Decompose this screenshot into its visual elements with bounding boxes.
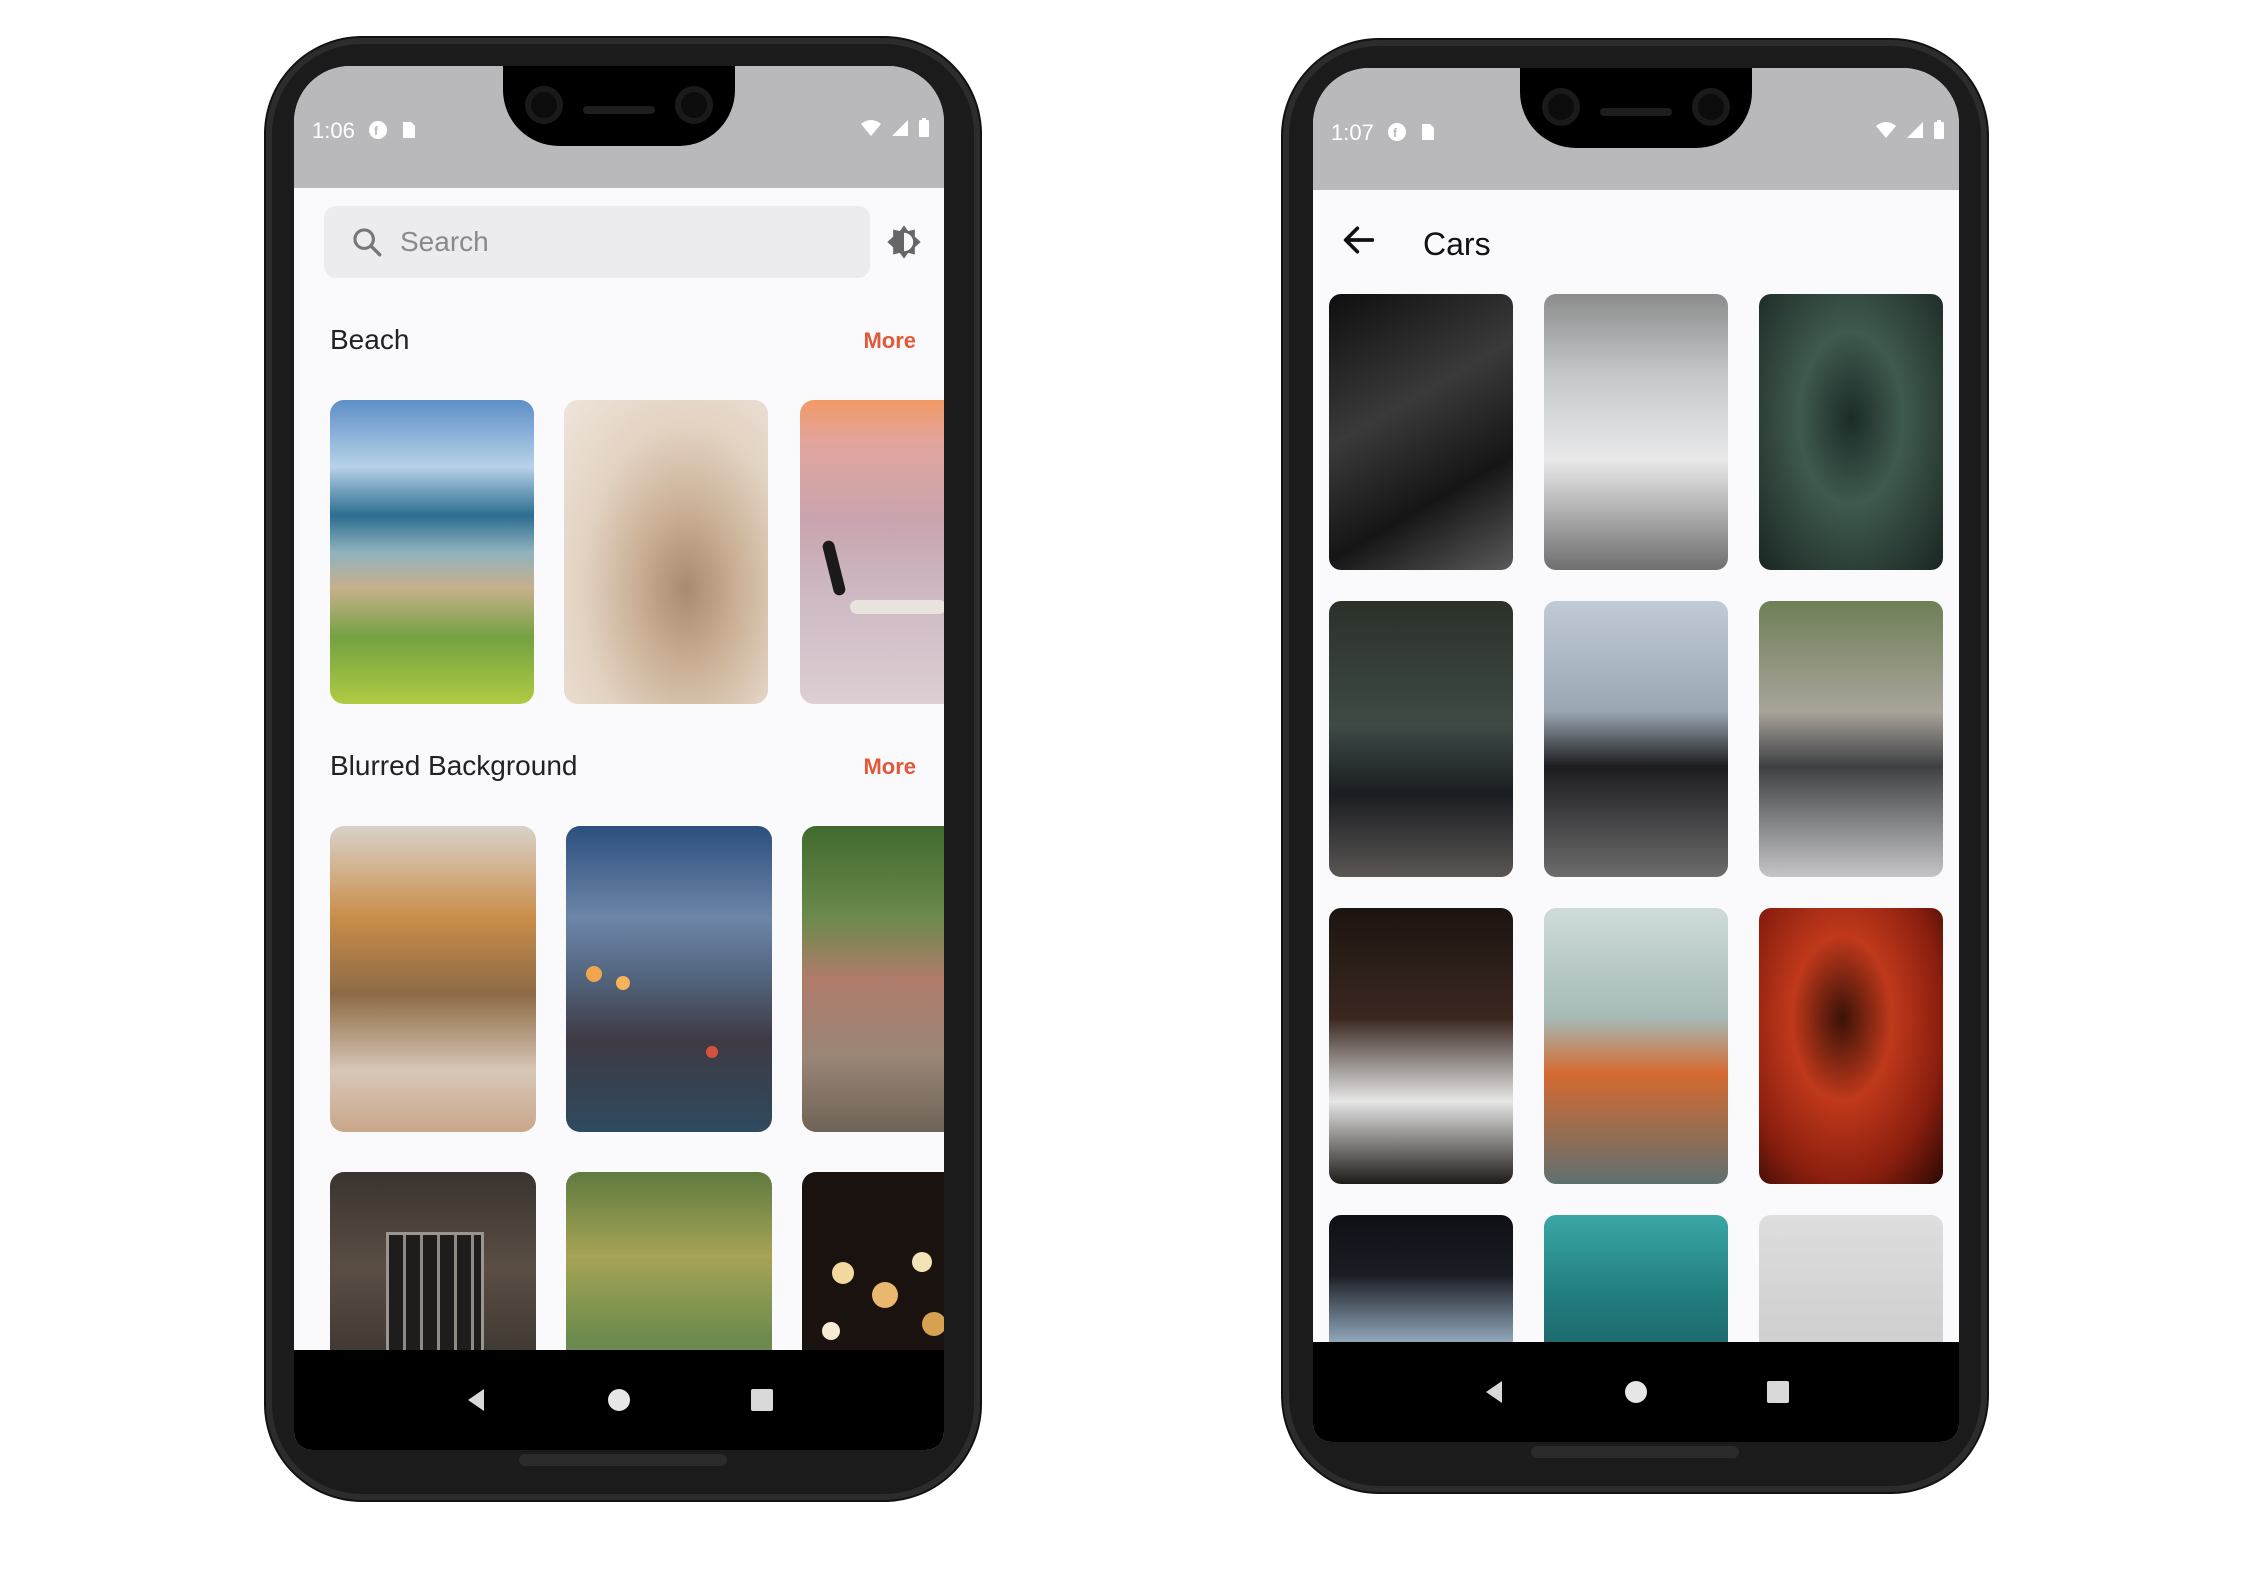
front-camera-icon	[1692, 88, 1730, 126]
right-phone-screen: 1:07 f Cars	[1313, 68, 1959, 1442]
page-title: Cars	[1423, 226, 1491, 262]
phone-chin-speaker	[519, 1454, 727, 1466]
car-wallpaper-tile[interactable]	[1544, 601, 1728, 877]
status-bar: 1:07 f	[1313, 68, 1959, 190]
circle-home-icon[interactable]	[1624, 1380, 1648, 1404]
battery-icon	[1934, 120, 1944, 139]
wallpaper-thumbnail-autumn-trees[interactable]	[330, 826, 536, 1132]
triangle-back-icon[interactable]	[464, 1387, 488, 1413]
battery-icon	[919, 118, 929, 137]
wallpaper-thumbnail-surfer[interactable]	[800, 400, 944, 704]
app-notification-icon: f	[1388, 123, 1406, 141]
car-wallpaper-tile[interactable]	[1544, 908, 1728, 1184]
display-notch	[503, 66, 735, 146]
more-link-beach[interactable]: More	[863, 328, 916, 354]
circle-home-icon[interactable]	[607, 1388, 631, 1412]
wallpaper-thumbnail-bokeh-fence[interactable]	[566, 826, 772, 1132]
car-wallpaper-tile[interactable]	[1329, 908, 1513, 1184]
search-icon	[353, 228, 382, 257]
left-phone-screen: 1:06 f Beach More	[294, 66, 944, 1450]
earpiece-speaker	[1600, 108, 1672, 116]
car-wallpaper-tile[interactable]	[1759, 908, 1943, 1184]
search-input[interactable]	[398, 225, 822, 259]
sd-card-icon	[403, 122, 415, 138]
square-recents-icon[interactable]	[1766, 1380, 1790, 1404]
app-bar: Cars	[1313, 190, 1959, 290]
status-time: 1:06	[312, 118, 355, 143]
square-recents-icon[interactable]	[750, 1388, 774, 1412]
earpiece-speaker	[583, 106, 655, 114]
triangle-back-icon[interactable]	[1482, 1379, 1506, 1405]
system-status-icons	[860, 118, 930, 138]
status-time: 1:07	[1331, 120, 1374, 145]
more-link-blurred-background[interactable]: More	[863, 754, 916, 780]
car-wallpaper-tile[interactable]	[1329, 601, 1513, 877]
front-camera-icon	[1542, 88, 1580, 126]
car-wallpaper-tile[interactable]	[1759, 294, 1943, 570]
display-notch	[1520, 68, 1752, 148]
wifi-icon	[1876, 122, 1896, 138]
signal-icon	[892, 120, 908, 136]
right-phone-frame: 1:07 f Cars	[1283, 40, 1987, 1492]
wallpaper-thumbnail-beach-coast[interactable]	[330, 400, 534, 704]
system-navigation-bar	[294, 1350, 944, 1450]
status-bar: 1:06 f	[294, 66, 944, 188]
system-status-icons	[1875, 120, 1945, 140]
surfboard	[850, 600, 944, 614]
system-navigation-bar	[1313, 1342, 1959, 1442]
section-title-beach: Beach	[330, 324, 410, 355]
wifi-icon	[861, 120, 881, 136]
brightness-icon[interactable]	[884, 222, 924, 262]
front-camera-icon	[675, 86, 713, 124]
surfer-silhouette	[821, 539, 847, 597]
section-title-blurred-background: Blurred Background	[330, 750, 578, 781]
signal-icon	[1907, 122, 1923, 138]
front-camera-icon	[525, 86, 563, 124]
wallpaper-thumbnail-forest-path[interactable]	[802, 826, 944, 1132]
car-wallpaper-tile[interactable]	[1759, 601, 1943, 877]
left-phone-frame: 1:06 f Beach More	[266, 38, 980, 1500]
search-bar[interactable]	[324, 206, 870, 278]
car-wallpaper-tile[interactable]	[1329, 294, 1513, 570]
phone-chin-speaker	[1531, 1446, 1739, 1458]
wallpaper-thumbnail-sand[interactable]	[564, 400, 768, 704]
arrow-back-icon[interactable]	[1339, 220, 1379, 260]
sd-card-icon	[1422, 124, 1434, 140]
app-notification-icon: f	[369, 121, 387, 139]
car-wallpaper-tile[interactable]	[1544, 294, 1728, 570]
